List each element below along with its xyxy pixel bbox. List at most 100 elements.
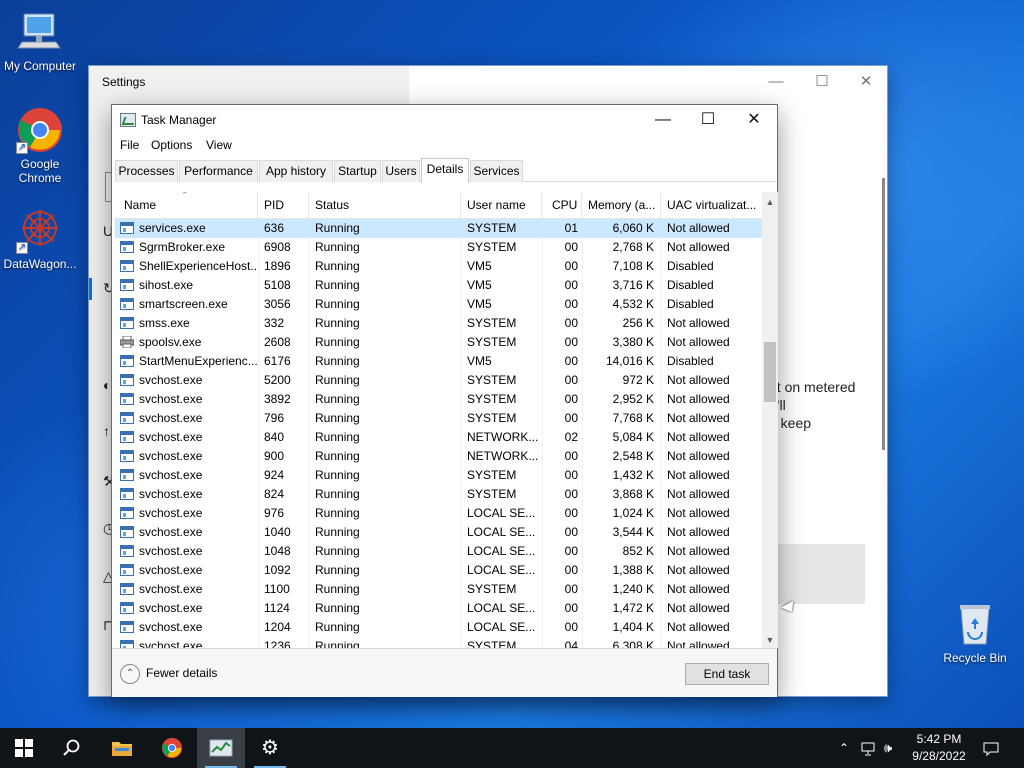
task-manager-icon [209,739,233,757]
column-header-user-name[interactable]: User name [461,192,542,218]
tab-users[interactable]: Users [382,160,420,182]
maximize-button[interactable]: ☐ [685,105,731,135]
table-row[interactable]: svchost.exe 796 Running SYSTEM 00 7,768 K Not … [115,409,762,428]
cell-cpu: 00 [564,544,578,558]
settings-minimize-button[interactable]: — [753,66,799,98]
cell-cpu: 02 [564,430,578,444]
column-header-pid[interactable]: PID [258,192,309,218]
menu-file[interactable]: File [120,138,139,152]
cell-status: Running [315,297,360,311]
chrome-icon [161,737,183,759]
table-row[interactable]: ShellExperienceHost.... 1896 Running VM5 00 7… [115,257,762,276]
menu-options[interactable]: Options [151,138,192,152]
column-header-cpu[interactable]: CPU [542,192,582,218]
minimize-button[interactable]: — [640,105,686,135]
table-row[interactable]: svchost.exe 5200 Running SYSTEM 00 972 K Not a… [115,371,762,390]
network-icon[interactable] [861,728,877,768]
process-icon [120,279,134,291]
task-manager-taskbar-button[interactable] [197,728,245,768]
scrollbar-thumb[interactable] [764,342,776,402]
table-row[interactable]: sihost.exe 5108 Running VM5 00 3,716 K Disable… [115,276,762,295]
cell-cpu: 00 [564,563,578,577]
cell-uac: Not allowed [667,373,730,387]
tab-performance[interactable]: Performance [179,160,258,182]
table-row[interactable]: svchost.exe 1204 Running LOCAL SE... 00 1,404… [115,618,762,637]
cell-cpu: 00 [564,278,578,292]
search-button[interactable] [48,728,96,768]
cell-name: svchost.exe [139,620,203,634]
cell-user-name: SYSTEM [467,468,517,482]
start-button[interactable] [0,728,48,768]
table-row[interactable]: svchost.exe 1124 Running LOCAL SE... 00 1,472… [115,599,762,618]
cell-name: smss.exe [139,316,190,330]
chrome-taskbar-button[interactable] [148,728,196,768]
task-manager-window[interactable]: Task Manager — ☐ ✕ File Options View Pro… [111,104,778,697]
settings-maximize-button[interactable]: ☐ [799,66,845,98]
my-computer-shortcut[interactable]: My Computer [0,8,80,73]
table-row[interactable]: svchost.exe 976 Running LOCAL SE... 00 1,024 … [115,504,762,523]
cell-cpu: 00 [564,525,578,539]
menu-view[interactable]: View [206,138,232,152]
datawagon-shortcut[interactable]: ↗ DataWagon... [0,206,80,271]
settings-taskbar-button[interactable]: ⚙ [246,728,294,768]
end-task-button[interactable]: End task [685,663,769,685]
process-icon [120,640,134,648]
table-row[interactable]: smartscreen.exe 3056 Running VM5 00 4,532 K Di… [115,295,762,314]
table-row[interactable]: svchost.exe 840 Running NETWORK... 02 5,084 K… [115,428,762,447]
folder-icon [112,742,132,756]
tab-services[interactable]: Services [470,160,523,182]
table-row[interactable]: svchost.exe 1092 Running LOCAL SE... 00 1,388… [115,561,762,580]
table-row[interactable]: svchost.exe 1236 Running SYSTEM 04 6,308 K Not… [115,637,762,648]
table-row[interactable]: svchost.exe 3892 Running SYSTEM 00 2,952 K Not… [115,390,762,409]
show-hidden-icons-chevron-icon[interactable]: ⌃ [839,728,849,768]
vertical-scrollbar[interactable]: ▲ ▼ [762,192,778,648]
tab-details[interactable]: Details [421,158,469,183]
column-header-status[interactable]: Status [309,192,461,218]
process-icon [120,393,134,405]
table-row[interactable]: services.exe 636 Running SYSTEM 01 6,060 K Not… [115,219,762,238]
cell-name: svchost.exe [139,430,203,444]
taskbar-clock[interactable]: 5:42 PM 9/28/2022 [896,731,982,765]
table-row[interactable]: spoolsv.exe 2608 Running SYSTEM 00 3,380 K Not… [115,333,762,352]
google-chrome-shortcut[interactable]: ↗ Google Chrome [0,106,80,185]
scroll-down-arrow-icon[interactable]: ▼ [762,632,778,648]
settings-scrollbar[interactable] [882,178,885,450]
tab-processes[interactable]: Processes [115,160,178,182]
process-icon [120,431,134,443]
cell-memory: 6,308 K [612,639,654,648]
file-explorer-button[interactable] [98,728,146,768]
cell-cpu: 00 [564,487,578,501]
details-table[interactable]: Name ⌃ PID Status User name CPU Memory (… [115,192,762,648]
volume-icon[interactable]: 🕪 [884,728,892,768]
table-row[interactable]: svchost.exe 924 Running SYSTEM 00 1,432 K Not … [115,466,762,485]
cell-user-name: SYSTEM [467,487,517,501]
cell-user-name: SYSTEM [467,392,517,406]
cell-memory: 1,388 K [612,563,654,577]
table-row[interactable]: svchost.exe 1100 Running SYSTEM 00 1,240 K Not… [115,580,762,599]
table-row[interactable]: SgrmBroker.exe 6908 Running SYSTEM 00 2,768 K… [115,238,762,257]
table-row[interactable]: svchost.exe 824 Running SYSTEM 00 3,868 K Not … [115,485,762,504]
table-row[interactable]: svchost.exe 900 Running NETWORK... 00 2,548 K… [115,447,762,466]
settings-close-button[interactable]: ✕ [843,66,889,98]
tab-app-history[interactable]: App history [259,160,333,182]
recycle-bin-shortcut[interactable]: Recycle Bin [935,600,1015,665]
fewer-details-link[interactable]: Fewer details [146,666,217,680]
action-center-notification-icon[interactable] [983,728,1001,768]
column-header-uac[interactable]: UAC virtualizat... [661,192,762,218]
table-row[interactable]: svchost.exe 1040 Running LOCAL SE... 00 3,544… [115,523,762,542]
table-row[interactable]: smss.exe 332 Running SYSTEM 00 256 K Not allow… [115,314,762,333]
table-row[interactable]: svchost.exe 1048 Running LOCAL SE... 00 852 K… [115,542,762,561]
column-header-memory[interactable]: Memory (a... [582,192,661,218]
cell-memory: 256 K [622,316,654,330]
settings-button-area[interactable] [777,544,865,604]
tab-startup[interactable]: Startup [334,160,381,182]
cell-name: svchost.exe [139,487,203,501]
close-button[interactable]: ✕ [731,105,777,135]
cell-name: ShellExperienceHost.... [139,259,257,273]
task-manager-titlebar[interactable]: Task Manager — ☐ ✕ [112,105,777,135]
cell-memory: 7,768 K [612,411,654,425]
table-row[interactable]: StartMenuExperienc... 6176 Running VM5 00 14,… [115,352,762,371]
chevron-up-icon[interactable]: ⌃ [120,664,140,684]
scroll-up-arrow-icon[interactable]: ▲ [762,194,778,210]
cell-status: Running [315,316,360,330]
